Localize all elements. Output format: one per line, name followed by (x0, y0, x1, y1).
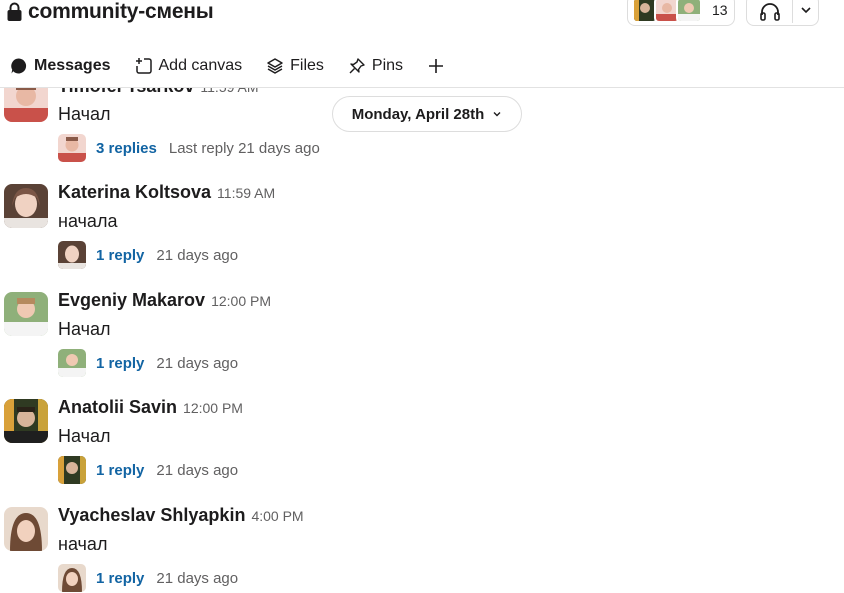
thread-summary[interactable]: 1 reply 21 days ago (58, 455, 238, 485)
tab-pins[interactable]: Pins (348, 50, 403, 82)
member-avatar (676, 0, 702, 23)
last-reply-time: 21 days ago (156, 354, 239, 372)
chevron-down-icon (493, 112, 501, 117)
channel-tabs: Messages Add canvas Files Pins (0, 50, 445, 82)
replies-link[interactable]: 1 reply (96, 462, 144, 479)
date-divider-label: Monday, April 28th (351, 105, 485, 123)
message-text: Начал (58, 426, 111, 446)
canvas-plus-icon (135, 58, 152, 74)
tab-label: Files (290, 57, 324, 74)
replies-link[interactable]: 1 reply (96, 570, 144, 587)
tab-messages[interactable]: Messages (10, 50, 111, 82)
message-text: начал (58, 534, 108, 554)
channel-title[interactable]: community-смены (6, 0, 214, 28)
thread-summary[interactable]: 1 reply 21 days ago (58, 240, 238, 270)
tab-label: Messages (34, 57, 111, 74)
channel-header: community-смены 13 Messages Add canvas F… (0, 0, 844, 88)
timestamp[interactable]: 12:00 PM (211, 293, 271, 309)
last-reply-time: 21 days ago (156, 569, 239, 587)
tab-label: Pins (371, 57, 404, 74)
divider (792, 0, 793, 23)
tab-add-canvas[interactable]: Add canvas (135, 50, 243, 82)
last-reply-time: Last reply 21 days ago (168, 139, 320, 157)
avatar[interactable] (4, 399, 48, 443)
avatar[interactable] (4, 507, 48, 551)
replies-link[interactable]: 1 reply (96, 355, 144, 372)
date-divider-button[interactable]: Monday, April 28th (332, 96, 522, 132)
member-count: 13 (712, 2, 728, 18)
pin-icon (349, 58, 365, 74)
plus-icon (429, 59, 444, 73)
layers-icon (267, 58, 283, 74)
timestamp[interactable]: 12:00 PM (183, 400, 243, 416)
thread-avatar (58, 241, 86, 269)
tab-label: Add canvas (158, 57, 243, 74)
sender-name[interactable]: Anatolii Savin 12:00 PM (58, 397, 243, 418)
chevron-down-icon[interactable] (799, 3, 813, 17)
sender-name[interactable]: Vyacheslav Shlyapkin 4:00 PM (58, 505, 304, 526)
message-text: начала (58, 211, 118, 231)
sender-name[interactable]: Katerina Koltsova 11:59 AM (58, 182, 275, 203)
timestamp[interactable]: 11:59 AM (217, 185, 275, 201)
huddle-button[interactable] (746, 0, 819, 26)
thread-avatar (58, 456, 86, 484)
members-button[interactable]: 13 (627, 0, 735, 26)
message-list: Timofei Tsarkov11:59 AM Начал 3 replies … (0, 0, 844, 592)
channel-name: community-смены (28, 0, 214, 23)
add-tab-button[interactable] (427, 50, 445, 82)
thread-summary[interactable]: 1 reply 21 days ago (58, 348, 238, 378)
last-reply-time: 21 days ago (156, 246, 239, 264)
thread-summary[interactable]: 1 reply 21 days ago (58, 563, 238, 593)
avatar[interactable] (4, 184, 48, 228)
avatar[interactable] (4, 292, 48, 336)
timestamp[interactable]: 4:00 PM (251, 508, 303, 524)
message-text: Начал (58, 104, 111, 124)
message-bubble-icon (11, 58, 27, 74)
message-text: Начал (58, 319, 111, 339)
thread-summary[interactable]: 3 replies Last reply 21 days ago (58, 133, 320, 163)
sender-name[interactable]: Evgeniy Makarov 12:00 PM (58, 290, 271, 311)
tab-files[interactable]: Files (266, 50, 324, 82)
thread-avatar (58, 349, 86, 377)
last-reply-time: 21 days ago (156, 461, 239, 479)
replies-link[interactable]: 3 replies (96, 140, 157, 157)
headphones-icon (760, 3, 780, 21)
thread-avatar (58, 134, 86, 162)
tab-divider (0, 87, 844, 88)
lock-icon (7, 2, 22, 21)
replies-link[interactable]: 1 reply (96, 247, 144, 264)
